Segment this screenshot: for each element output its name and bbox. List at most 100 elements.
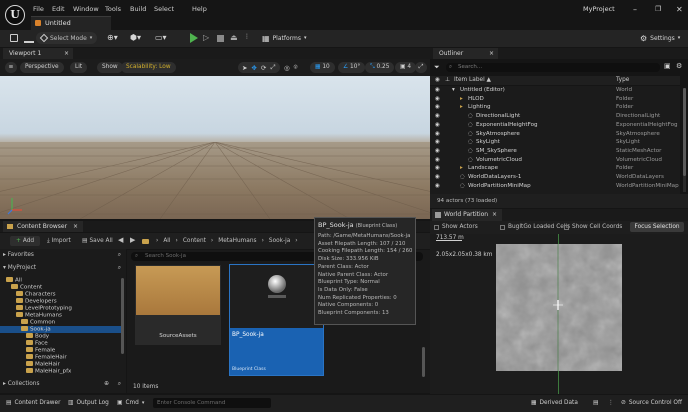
import-button[interactable]: ⤓ Import [47, 236, 71, 246]
breadcrumb-all[interactable]: All [163, 238, 170, 244]
history-back-icon[interactable]: ◀ [118, 236, 123, 244]
breadcrumb-metahumans[interactable]: MetaHumans [218, 238, 256, 244]
blueprint-icon[interactable]: ⬢▾ [130, 33, 141, 42]
breadcrumb-content[interactable]: Content [183, 238, 206, 244]
settings-button[interactable]: ⚙ Settings ▾ [640, 32, 680, 44]
scale-icon[interactable]: ⤢ [270, 63, 275, 72]
visibility-icon[interactable]: ◉ [435, 86, 440, 95]
source-control-button[interactable]: ⊘ Source Control Off [621, 400, 682, 406]
show-cell-coords-checkbox[interactable] [564, 224, 569, 230]
visibility-icon[interactable]: ◉ [435, 138, 440, 147]
folder-tree-item[interactable]: FemaleHair [26, 354, 67, 361]
rotate-icon[interactable]: ⟳ [261, 64, 266, 72]
visibility-icon[interactable]: ◉ [435, 130, 440, 139]
visibility-icon[interactable]: ◉ [435, 95, 440, 104]
visibility-icon[interactable]: ◉ [435, 156, 440, 165]
console-input[interactable]: Enter Console Command [153, 398, 271, 408]
eject-icon[interactable]: ⏏ [230, 33, 238, 42]
add-actor-icon[interactable]: ⊕▾ [107, 33, 118, 42]
cinematics-icon[interactable]: ▭▾ [155, 33, 167, 42]
folder-tree-item[interactable]: MaleHair_pfx [26, 368, 71, 375]
folder-tree-item[interactable]: Developers [16, 298, 57, 305]
show-cell-coords-toggle[interactable]: Show Cell Coords [564, 224, 622, 230]
menu-help[interactable]: Help [192, 5, 207, 13]
visibility-icon[interactable]: ◉ [435, 182, 440, 191]
unreal-logo[interactable]: U [5, 5, 25, 25]
folder-tree-item[interactable]: Female [26, 347, 55, 354]
menu-file[interactable]: File [33, 5, 44, 13]
project-header[interactable]: ▾ MyProject ⌕ [3, 265, 123, 271]
level-browse-icon[interactable] [24, 34, 34, 43]
outliner-row[interactable]: ◉ ◌ WorldPartitionMiniMap WorldPartitionMin… [430, 182, 680, 191]
save-all-button[interactable]: ▤ Save All [82, 236, 113, 246]
scale-snap-button[interactable]: ⤡ 0.25 [365, 62, 395, 73]
outliner-row[interactable]: ◉ ◌ SkyAtmosphere SkyAtmosphere [430, 130, 680, 139]
menu-window[interactable]: Window [73, 5, 99, 13]
perspective-button[interactable]: Perspective [20, 62, 64, 73]
world-minimap[interactable] [496, 244, 622, 371]
output-log-button[interactable]: ▥ Output Log [68, 400, 109, 406]
asset-tile-bp-sook-ja[interactable]: BP_Sook-ja Blueprint Class [229, 264, 324, 376]
close-icon[interactable]: ✕ [676, 5, 683, 14]
menu-tools[interactable]: Tools [105, 5, 121, 13]
outliner-row[interactable]: ◉ ◌ SM_SkySphere StaticMeshActor [430, 147, 680, 156]
world-space-icon[interactable]: ◎ [284, 64, 290, 72]
outliner-row[interactable]: ◉ ◌ WorldDataLayers-1 WorldDataLayers [430, 173, 680, 182]
cmd-dropdown[interactable]: ▣ Cmd ▾ [117, 400, 144, 406]
outliner-row[interactable]: ◉ ◌ DirectionalLight DirectionalLight [430, 112, 680, 121]
outliner-row[interactable]: ◉ ▸ HLOD Folder [430, 95, 680, 104]
visibility-icon[interactable]: ◉ [435, 121, 440, 130]
folder-tree-item[interactable]: All [6, 277, 22, 284]
surface-snap-icon[interactable]: ⌾ [294, 63, 298, 72]
outliner-row[interactable]: ◉ ◌ VolumetricCloud VolumetricCloud [430, 156, 680, 165]
search-icon[interactable]: ⌕ [118, 252, 121, 259]
add-folder-icon[interactable]: ▣ [664, 62, 671, 70]
close-icon[interactable]: × [64, 48, 69, 59]
history-forward-icon[interactable]: ▶ [130, 236, 135, 244]
minimize-icon[interactable]: – [633, 5, 637, 14]
visibility-icon[interactable]: ◉ [435, 112, 440, 121]
save-icon[interactable] [10, 34, 18, 42]
folder-tree-item[interactable]: MetaHumans [16, 312, 62, 319]
show-actors-checkbox[interactable] [434, 224, 439, 230]
add-collection-icon[interactable]: ⊕ [104, 381, 109, 387]
derived-data-button[interactable]: ▦ Derived Data [531, 400, 578, 406]
menu-select[interactable]: Select [154, 5, 174, 13]
folder-tree-item[interactable]: Content [11, 284, 42, 291]
rotation-snap-button[interactable]: ∠ 10° [338, 62, 366, 73]
search-icon[interactable]: ⌕ [118, 265, 121, 272]
select-cursor-icon[interactable]: ➤ [242, 64, 247, 72]
type-column[interactable]: Type [616, 77, 629, 83]
bugitgo-toggle[interactable]: BugItGo Loaded Cells [500, 224, 570, 230]
close-icon[interactable]: × [492, 209, 497, 221]
content-drawer-button[interactable]: ▤ Content Drawer [6, 400, 60, 406]
camera-speed-button[interactable]: ▣ 4 [395, 62, 417, 73]
outliner-row[interactable]: ◉ ◌ ExponentialHeightFog ExponentialHeightF… [430, 121, 680, 130]
favorites-header[interactable]: ▸ Favorites ⌕ [3, 252, 123, 258]
folder-tree-item[interactable]: Sook-ja [0, 326, 121, 333]
search-icon[interactable]: ⌕ [118, 381, 121, 388]
close-icon[interactable]: × [73, 221, 78, 232]
outliner-scrollbar[interactable] [683, 88, 686, 192]
play-step-icon[interactable]: ▷ [203, 33, 209, 42]
folder-tree-item[interactable]: LevelPrototyping [16, 305, 72, 312]
visibility-icon[interactable]: ◉ [435, 173, 440, 182]
asset-tile-sourceassets[interactable]: SourceAssets [135, 265, 221, 345]
folder-tree-item[interactable]: MaleHair [26, 361, 60, 368]
outliner-row[interactable]: ◉ ▸ Lighting Folder [430, 103, 680, 112]
item-label-column[interactable]: Item Label ▲ [454, 77, 491, 83]
show-actors-toggle[interactable]: Show Actors [434, 224, 478, 230]
close-icon[interactable]: × [489, 48, 494, 59]
outliner-search-input[interactable]: ⌕ Search... [446, 63, 660, 72]
collections-header[interactable]: ▸ Collections ⊕ ⌕ [3, 381, 123, 387]
show-button[interactable]: Show [97, 62, 123, 73]
content-browser-tab[interactable]: Content Browser × [3, 221, 83, 232]
folder-tree-item[interactable]: Face [26, 340, 48, 347]
level-tab[interactable]: Untitled [31, 16, 111, 30]
visibility-icon[interactable]: ◉ [435, 77, 440, 83]
folder-tree-item[interactable]: Body [26, 333, 49, 340]
translate-icon[interactable]: ✥ [251, 64, 256, 72]
visibility-icon[interactable]: ◉ [435, 164, 440, 173]
folder-tree-item[interactable]: Common [21, 319, 55, 326]
hamburger-menu-icon[interactable]: ≡ [5, 62, 17, 73]
